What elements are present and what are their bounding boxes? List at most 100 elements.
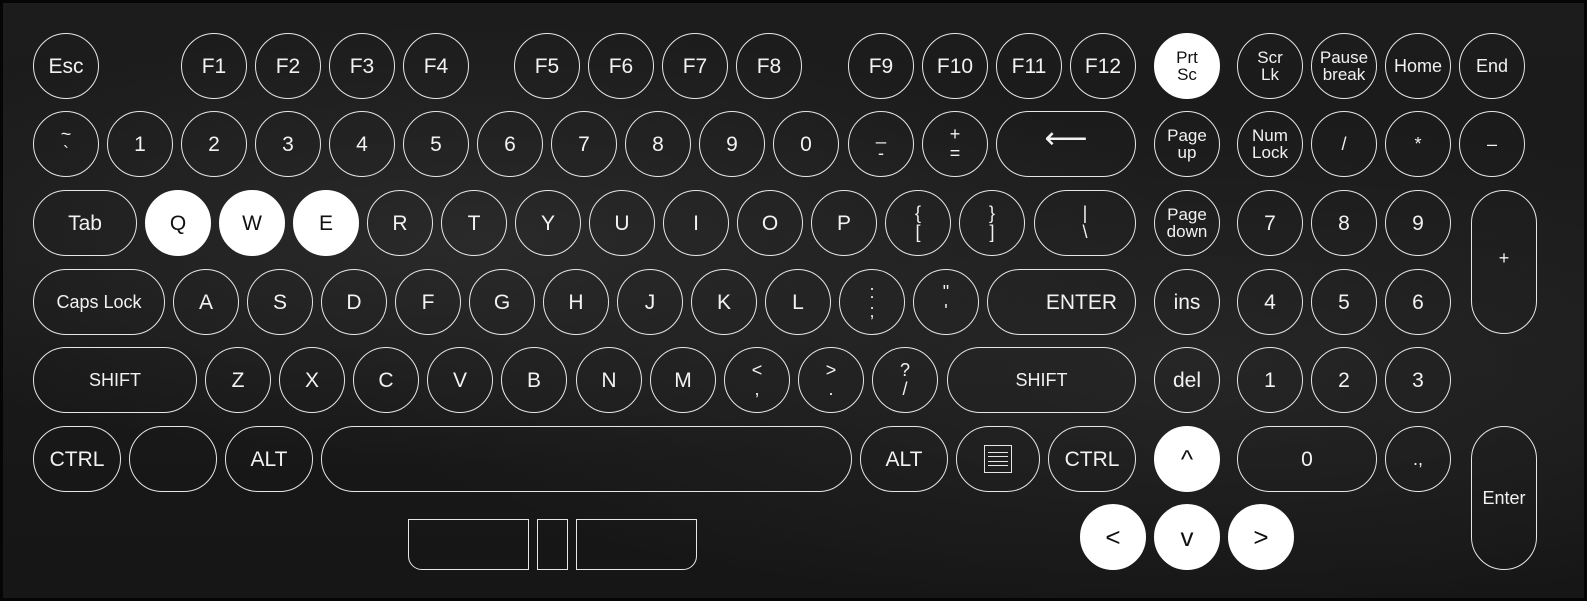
key-2[interactable]: 2 xyxy=(181,111,247,177)
key-numpad-5[interactable]: 5 xyxy=(1311,269,1377,335)
key-numpad-decimal[interactable]: ., xyxy=(1385,426,1451,492)
key-e[interactable]: E xyxy=(293,190,359,256)
key-backslash[interactable]: | \ xyxy=(1034,190,1136,256)
key-arrow-up[interactable]: ^ xyxy=(1154,426,1220,492)
key-print-screen[interactable]: Prt Sc xyxy=(1154,33,1220,99)
key-f11[interactable]: F11 xyxy=(996,33,1062,99)
key-u[interactable]: U xyxy=(589,190,655,256)
key-left-bracket[interactable]: {[ xyxy=(885,190,951,256)
key-s[interactable]: S xyxy=(247,269,313,335)
key-enter[interactable]: ENTER xyxy=(987,269,1136,335)
key-numpad-add[interactable]: + xyxy=(1471,190,1537,334)
key-win[interactable] xyxy=(129,426,217,492)
key-quote[interactable]: " ' xyxy=(913,269,979,335)
key-a[interactable]: A xyxy=(173,269,239,335)
key-numpad-4[interactable]: 4 xyxy=(1237,269,1303,335)
key-numpad-subtract[interactable]: – xyxy=(1459,111,1525,177)
key-pause-break[interactable]: Pause break xyxy=(1311,33,1377,99)
key-f3[interactable]: F3 xyxy=(329,33,395,99)
key-shift-right[interactable]: SHIFT xyxy=(947,347,1136,413)
key-f9[interactable]: F9 xyxy=(848,33,914,99)
key-v[interactable]: V xyxy=(427,347,493,413)
key-numpad-6[interactable]: 6 xyxy=(1385,269,1451,335)
key-q[interactable]: Q xyxy=(145,190,211,256)
key-9[interactable]: 9 xyxy=(699,111,765,177)
key-semicolon[interactable]: :; xyxy=(839,269,905,335)
key-0[interactable]: 0 xyxy=(773,111,839,177)
key-6[interactable]: 6 xyxy=(477,111,543,177)
key-y[interactable]: Y xyxy=(515,190,581,256)
key-numpad-3[interactable]: 3 xyxy=(1385,347,1451,413)
key-i[interactable]: I xyxy=(663,190,729,256)
key-tab[interactable]: Tab xyxy=(33,190,137,256)
key-backspace[interactable]: ⟵ xyxy=(996,111,1136,177)
key-numpad-9[interactable]: 9 xyxy=(1385,190,1451,256)
key-z[interactable]: Z xyxy=(205,347,271,413)
key-ctrl-left[interactable]: CTRL xyxy=(33,426,121,492)
key-f1[interactable]: F1 xyxy=(181,33,247,99)
touchpad-left-button[interactable] xyxy=(408,519,529,570)
key-alt-right[interactable]: ALT xyxy=(860,426,948,492)
key-shift-left[interactable]: SHIFT xyxy=(33,347,197,413)
key-c[interactable]: C xyxy=(353,347,419,413)
key-home[interactable]: Home xyxy=(1385,33,1451,99)
key-5[interactable]: 5 xyxy=(403,111,469,177)
touchpad-middle-button[interactable] xyxy=(537,519,568,570)
key-m[interactable]: M xyxy=(650,347,716,413)
key-l[interactable]: L xyxy=(765,269,831,335)
key-o[interactable]: O xyxy=(737,190,803,256)
key-numpad-enter[interactable]: Enter xyxy=(1471,426,1537,570)
key-d[interactable]: D xyxy=(321,269,387,335)
key-numpad-0[interactable]: 0 xyxy=(1237,426,1377,492)
key-numpad-2[interactable]: 2 xyxy=(1311,347,1377,413)
key-f2[interactable]: F2 xyxy=(255,33,321,99)
key-numpad-multiply[interactable]: * xyxy=(1385,111,1451,177)
key-page-down[interactable]: Page down xyxy=(1154,190,1220,256)
key-end[interactable]: End xyxy=(1459,33,1525,99)
key-f12[interactable]: F12 xyxy=(1070,33,1136,99)
key-r[interactable]: R xyxy=(367,190,433,256)
key-8[interactable]: 8 xyxy=(625,111,691,177)
key-esc[interactable]: Esc xyxy=(33,33,99,99)
key-g[interactable]: G xyxy=(469,269,535,335)
key-7[interactable]: 7 xyxy=(551,111,617,177)
key-f[interactable]: F xyxy=(395,269,461,335)
key-f10[interactable]: F10 xyxy=(922,33,988,99)
key-num-lock[interactable]: Num Lock xyxy=(1237,111,1303,177)
key-delete[interactable]: del xyxy=(1154,347,1220,413)
key-comma[interactable]: <, xyxy=(724,347,790,413)
key-n[interactable]: N xyxy=(576,347,642,413)
key-h[interactable]: H xyxy=(543,269,609,335)
key-arrow-down[interactable]: v xyxy=(1154,504,1220,570)
key-f8[interactable]: F8 xyxy=(736,33,802,99)
key-b[interactable]: B xyxy=(501,347,567,413)
touchpad-right-button[interactable] xyxy=(576,519,697,570)
key-numpad-1[interactable]: 1 xyxy=(1237,347,1303,413)
key-4[interactable]: 4 xyxy=(329,111,395,177)
key-3[interactable]: 3 xyxy=(255,111,321,177)
key-j[interactable]: J xyxy=(617,269,683,335)
key-t[interactable]: T xyxy=(441,190,507,256)
key-f4[interactable]: F4 xyxy=(403,33,469,99)
key-k[interactable]: K xyxy=(691,269,757,335)
key-context-menu[interactable] xyxy=(956,426,1040,492)
key-slash[interactable]: ? / xyxy=(872,347,938,413)
key-period[interactable]: >. xyxy=(798,347,864,413)
key-tilde[interactable]: ~ ` xyxy=(33,111,99,177)
key-equals[interactable]: + = xyxy=(922,111,988,177)
key-p[interactable]: P xyxy=(811,190,877,256)
key-numpad-divide[interactable]: / xyxy=(1311,111,1377,177)
key-numpad-7[interactable]: 7 xyxy=(1237,190,1303,256)
key-insert[interactable]: ins xyxy=(1154,269,1220,335)
key-space[interactable] xyxy=(321,426,852,492)
key-caps-lock[interactable]: Caps Lock xyxy=(33,269,165,335)
key-1[interactable]: 1 xyxy=(107,111,173,177)
key-numpad-8[interactable]: 8 xyxy=(1311,190,1377,256)
key-arrow-right[interactable]: > xyxy=(1228,504,1294,570)
key-right-bracket[interactable]: }] xyxy=(959,190,1025,256)
key-f7[interactable]: F7 xyxy=(662,33,728,99)
key-page-up[interactable]: Page up xyxy=(1154,111,1220,177)
key-f6[interactable]: F6 xyxy=(588,33,654,99)
key-x[interactable]: X xyxy=(279,347,345,413)
key-alt-left[interactable]: ALT xyxy=(225,426,313,492)
